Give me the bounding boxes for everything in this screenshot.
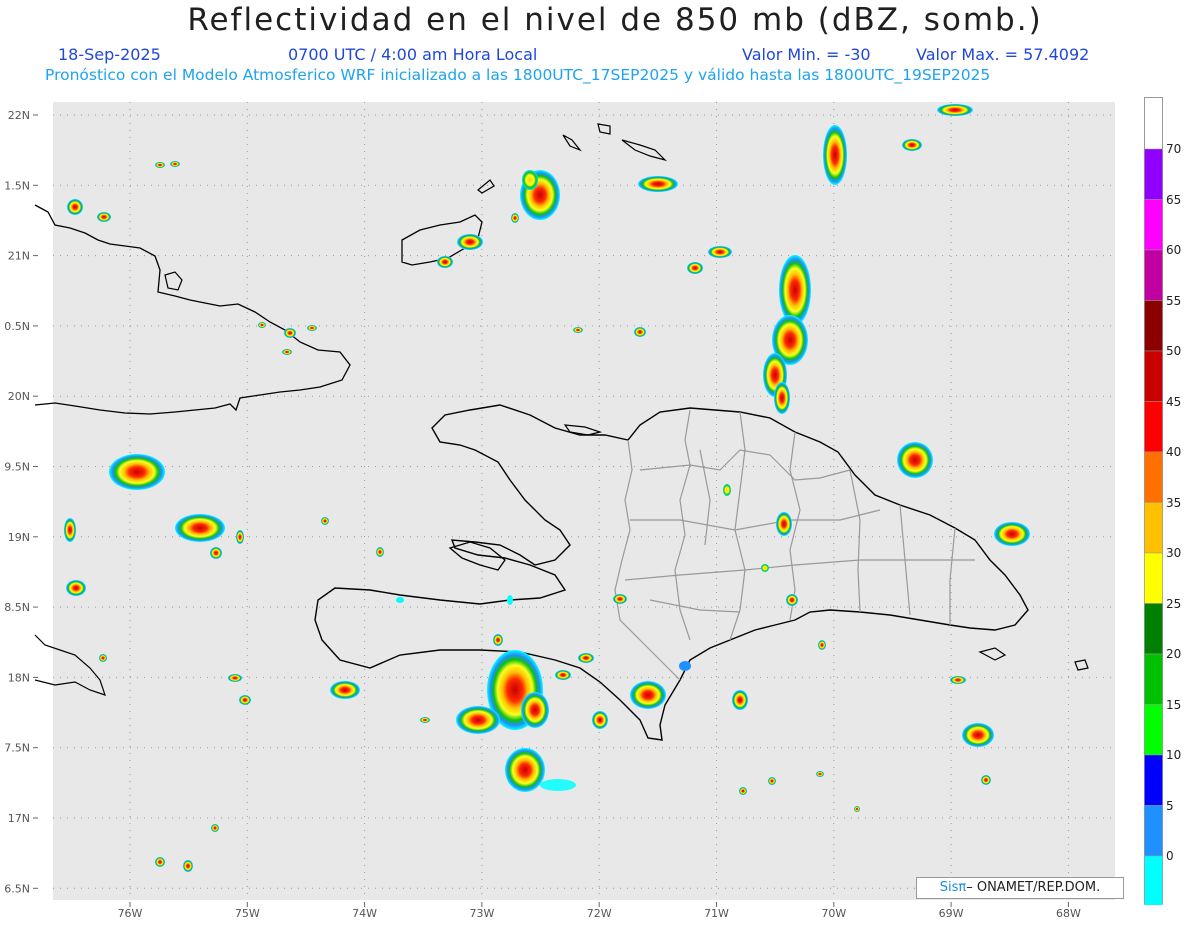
lat-label: 0.5N (4, 320, 30, 333)
lat-label: 7.5N (4, 742, 30, 755)
colorbar (1144, 97, 1163, 905)
lon-label: 76W (118, 907, 143, 920)
colorbar-label: 5 (1166, 798, 1174, 813)
lat-label: 8.5N (4, 601, 30, 614)
lon-label: 73W (469, 907, 494, 920)
colorbar-segment (1144, 451, 1163, 503)
colorbar-segment (1144, 805, 1163, 857)
reflectivity-map: 22N 1.5N 21N 0.5N 20N 9.5N 19N 8.5N 18N 7.5N 17N 6.… (4, 102, 1115, 920)
lat-label: 19N (8, 531, 30, 544)
colorbar-label: 25 (1166, 596, 1182, 611)
colorbar-segment (1144, 502, 1163, 554)
lon-label: 70W (821, 907, 846, 920)
lon-label: 74W (352, 907, 377, 920)
colorbar-label: 50 (1166, 344, 1182, 358)
credit-badge: Sisπ– ONAMET/REP.DOM. (916, 877, 1124, 899)
colorbar-segment (1144, 855, 1163, 905)
colorbar-label: 15 (1166, 697, 1182, 712)
credit-sis: Sis (939, 880, 959, 895)
colorbar-label: 45 (1166, 394, 1182, 409)
colorbar-label: 40 (1166, 445, 1182, 459)
colorbar-label: 60 (1166, 243, 1182, 257)
map-background (53, 102, 1115, 900)
colorbar-label: 20 (1166, 647, 1182, 661)
colorbar-segment (1144, 704, 1163, 756)
credit-text: – ONAMET/REP.DOM. (966, 880, 1101, 895)
lat-label: 18N (8, 671, 30, 684)
lat-label: 21N (8, 250, 30, 263)
colorbar-label: 70 (1166, 142, 1182, 156)
colorbar-segment (1144, 300, 1163, 352)
colorbar-segment (1144, 249, 1163, 301)
colorbar-segment (1144, 603, 1163, 655)
colorbar-label: 65 (1166, 192, 1182, 207)
lon-label: 75W (235, 907, 260, 920)
colorbar-segment (1144, 401, 1163, 453)
colorbar-label: 55 (1166, 293, 1182, 308)
colorbar-segment (1144, 653, 1163, 705)
lat-label: 1.5N (4, 179, 30, 192)
colorbar-label: 10 (1166, 748, 1182, 762)
colorbar-segment (1144, 754, 1163, 806)
colorbar-segment (1144, 199, 1163, 251)
lon-label: 72W (587, 907, 612, 920)
lon-label: 71W (704, 907, 729, 920)
colorbar-label: 35 (1166, 495, 1182, 510)
lat-label: 6.5N (4, 882, 30, 895)
lon-label: 68W (1056, 907, 1081, 920)
lat-label: 20N (8, 390, 30, 403)
longitude-labels: 76W 75W 74W 73W 72W 71W 70W 69W 68W (118, 902, 1081, 920)
lat-label: 17N (8, 812, 30, 825)
colorbar-segment (1144, 552, 1163, 604)
colorbar-label: 0 (1166, 849, 1174, 863)
colorbar-label: 30 (1166, 546, 1182, 560)
latitude-labels: 22N 1.5N 21N 0.5N 20N 9.5N 19N 8.5N 18N 7.5N 17N 6.… (4, 109, 38, 895)
lat-label: 22N (8, 109, 30, 122)
lon-label: 69W (939, 907, 964, 920)
colorbar-segment (1144, 148, 1163, 200)
colorbar-segment (1144, 350, 1163, 402)
lat-label: 9.5N (4, 461, 30, 474)
